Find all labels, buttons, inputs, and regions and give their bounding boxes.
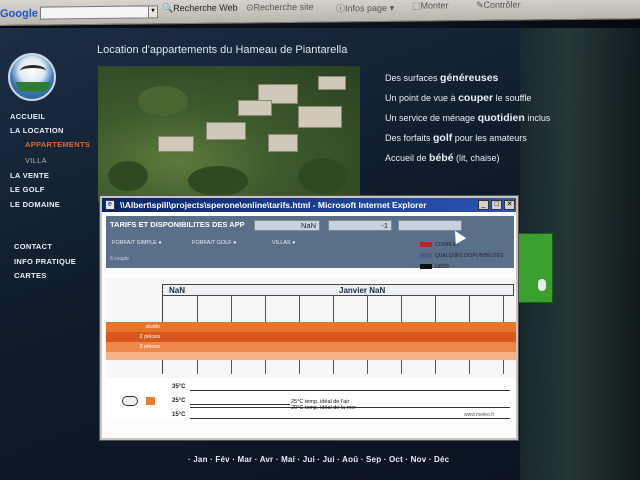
legend-libre-label: LIBRE <box>435 264 450 270</box>
nav-info-pratique[interactable]: INFO PRATIQUE <box>14 257 76 266</box>
small-note: 6 couple <box>110 256 129 262</box>
window-title: e \\Albert\spill\projects\sperone\online… <box>102 198 516 212</box>
band-studio-label: studio <box>145 324 160 330</box>
nav-le-golf[interactable]: LE GOLF <box>10 185 45 194</box>
browser-toolbar: Google ▾ 🔍Recherche Web ⊙Recherche site … <box>0 0 640 26</box>
feature-4-post: pour les amateurs <box>452 133 527 143</box>
minimize-button[interactable]: _ <box>478 200 489 210</box>
ie-icon: e <box>105 200 115 210</box>
map-thumbnail[interactable] <box>517 233 553 303</box>
note-mer: 20°C temp. idéal de la mer <box>291 405 357 411</box>
band-3-pieces: 3 pièces <box>106 342 516 352</box>
feature-4-bold: golf <box>433 132 453 144</box>
legend-quelques-swatch <box>420 253 432 259</box>
nav-la-location[interactable]: LA LOCATION <box>10 126 64 135</box>
sun-icon <box>146 397 155 405</box>
window-title-text: \\Albert\spill\projects\sperone\online\t… <box>120 200 427 210</box>
legend-quelques: QUELQUES DISPONIBILITES <box>420 253 503 259</box>
recherche-web-label: Recherche Web <box>173 2 238 14</box>
tab-villas[interactable]: VILLAS ● <box>272 240 296 246</box>
extra-field[interactable] <box>398 220 462 231</box>
feature-1-text: Des surfaces <box>385 73 441 83</box>
tab-forfait-simple-label: FORFAIT SIMPLE <box>112 240 157 246</box>
temp-line-15 <box>190 418 510 419</box>
band-2-pieces: 2 pièces <box>106 332 516 342</box>
legend-libre-swatch <box>420 264 432 270</box>
legend-quelques-label: QUELQUES DISPONIBILITES <box>435 253 504 259</box>
feature-3-post: inclus <box>524 113 551 123</box>
controler-label: Contrôler <box>483 0 521 10</box>
meteo-credit: www.meteo.fr <box>464 412 495 418</box>
band-extra <box>106 352 516 360</box>
feature-2-bold: couper <box>458 92 494 104</box>
maximize-button[interactable]: □ <box>491 200 502 210</box>
google-logo: Google <box>0 7 38 21</box>
tarifs-title: TARIFS ET DISPONIBILITES DES APP <box>110 220 245 229</box>
band-3-pieces-label: 3 pièces <box>139 344 161 350</box>
availability-calendar: NaN Janvier NaN studio 2 pièces 3 pièces <box>106 278 516 378</box>
cloud-icon <box>122 396 138 406</box>
ground-icon <box>16 82 50 92</box>
nav-appartements[interactable]: APPARTEMENTS <box>25 140 90 149</box>
nav-le-domaine[interactable]: LE DOMAINE <box>10 200 60 209</box>
temp-15: 15°C <box>172 412 186 418</box>
legend-libre: LIBRE <box>420 264 449 270</box>
nav-accueil[interactable]: ACCUEIL <box>10 112 45 121</box>
feature-2-post: le souffle <box>493 93 532 103</box>
feature-4: Des forfaits golf pour les amateurs <box>385 132 527 144</box>
weather-panel: 35°C 25°C 15°C 25°C temp. idéal de l'air… <box>106 380 516 420</box>
feature-2: Un point de vue à couper le souffle <box>385 92 531 104</box>
nav-cartes[interactable]: CARTES <box>14 271 47 280</box>
legend-complet-swatch <box>420 242 432 248</box>
feature-1-bold: généreuses <box>440 72 499 84</box>
temp-line-25a <box>190 404 290 405</box>
infos-page-label: Infos page <box>345 2 388 14</box>
feature-5-text: Accueil de <box>385 153 430 163</box>
monter-label: Monter <box>420 0 449 11</box>
feature-1: Des surfaces généreuses <box>385 72 498 84</box>
band-studio: studio <box>106 322 516 332</box>
month-header: NaN Janvier NaN <box>162 284 514 296</box>
recherche-site-label: Recherche site <box>253 1 314 13</box>
bird-icon <box>20 65 46 77</box>
tab-forfait-golf-label: FORFAIT GOLF <box>192 240 232 246</box>
recherche-web-button[interactable]: 🔍Recherche Web <box>162 3 238 15</box>
feature-3-text: Un service de ménage <box>385 113 478 123</box>
nav-contact[interactable]: CONTACT <box>14 242 52 251</box>
page-title: Location d'appartements du Hameau de Pia… <box>97 44 348 56</box>
temp-35: 35°C <box>172 384 186 390</box>
feature-4-text: Des forfaits <box>385 133 434 143</box>
feature-5-post: (lit, chaise) <box>453 153 500 163</box>
google-search-input[interactable] <box>40 5 150 20</box>
feature-5-bold: bébé <box>429 152 454 164</box>
band-2-pieces-label: 2 pièces <box>139 334 161 340</box>
price-field[interactable]: NaN <box>254 220 320 231</box>
tab-villas-label: VILLAS <box>272 240 291 246</box>
google-dropdown-button[interactable]: ▾ <box>148 5 158 19</box>
controler-button[interactable]: ✎Contrôler <box>476 0 521 11</box>
monitor-photo: Google ▾ 🔍Recherche Web ⊙Recherche site … <box>0 0 640 480</box>
recherche-site-button[interactable]: ⊙Recherche site <box>246 2 314 14</box>
feature-2-text: Un point de vue à <box>385 93 459 103</box>
nav-la-vente[interactable]: LA VENTE <box>10 171 49 180</box>
temp-line-35 <box>190 390 510 391</box>
tab-forfait-golf[interactable]: FORFAIT GOLF ● <box>192 240 237 246</box>
month-1: NaN <box>169 286 186 295</box>
nav-villa[interactable]: VILLA <box>25 156 47 165</box>
site-logo[interactable] <box>8 53 56 101</box>
feature-3: Un service de ménage quotidien inclus <box>385 112 550 124</box>
feature-5: Accueil de bébé (lit, chaise) <box>385 152 500 164</box>
monter-button[interactable]: ⬚Monter <box>412 0 449 11</box>
offset-field[interactable]: -1 <box>328 220 392 231</box>
close-button[interactable]: ✕ <box>504 200 515 210</box>
tab-forfait-simple[interactable]: FORFAIT SIMPLE ● <box>112 240 162 246</box>
month-2: Janvier NaN <box>339 286 386 295</box>
legend-complet: COMPLET <box>420 242 459 248</box>
feature-3-bold: quotidien <box>477 112 525 124</box>
infos-page-button[interactable]: ⓘInfos page ▾ <box>336 1 394 15</box>
temp-25: 25°C <box>172 398 186 404</box>
aerial-photo <box>98 66 360 202</box>
month-strip: · Jan · Fév · Mar · Avr · Mai · Jui · Ju… <box>188 455 450 464</box>
